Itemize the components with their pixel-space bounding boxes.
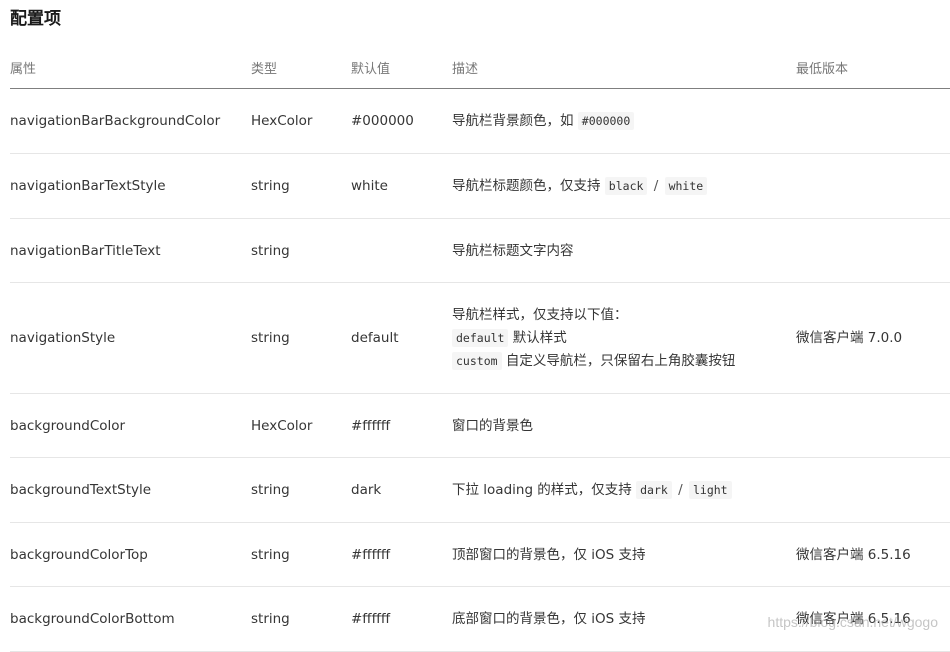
cell-min-version xyxy=(796,393,950,458)
cell-description: 下拉 loading 的样式，仅支持 dark / light xyxy=(452,457,796,523)
cell-description: 顶部窗口的背景色，仅 iOS 支持 xyxy=(452,522,796,587)
cell-type: string xyxy=(251,153,351,219)
table-row: navigationBarTitleText string 导航栏标题文字内容 xyxy=(10,218,950,283)
description-text: 底部窗口的背景色，仅 iOS 支持 xyxy=(452,611,646,627)
cell-min-version xyxy=(796,88,950,154)
description-separator: / xyxy=(678,482,683,498)
description-text: 导航栏标题文字内容 xyxy=(452,242,574,259)
cell-min-version xyxy=(796,153,950,219)
cell-type: string xyxy=(251,522,351,587)
cell-property: backgroundColor xyxy=(10,393,251,458)
cell-default: #ffffff xyxy=(351,522,452,587)
description-text: 导航栏标题颜色，仅支持 xyxy=(452,178,601,194)
table-row: backgroundColor HexColor #ffffff 窗口的背景色 xyxy=(10,393,950,458)
description-text: 自定义导航栏，只保留右上角胶囊按钮 xyxy=(505,352,736,369)
cell-property: navigationBarTextStyle xyxy=(10,153,251,219)
cell-default: white xyxy=(351,153,452,219)
header-description: 描述 xyxy=(452,46,796,89)
description-code: #000000 xyxy=(577,112,635,130)
cell-description: 窗口的背景色 xyxy=(452,393,796,458)
table-row: backgroundTextStyle string dark 下拉 loadi… xyxy=(10,457,950,523)
header-default: 默认值 xyxy=(351,46,452,89)
cell-property: backgroundColorTop xyxy=(10,522,251,587)
description-separator: / xyxy=(653,178,659,194)
description-text: 下拉 loading 的样式，仅支持 xyxy=(452,482,632,498)
config-table: 属性 类型 默认值 描述 最低版本 navigationBarBackgroun… xyxy=(10,46,950,652)
cell-default: #000000 xyxy=(351,88,452,154)
cell-description: 导航栏背景颜色，如 #000000 xyxy=(452,88,796,154)
page-title: 配置项 xyxy=(10,9,61,29)
table-row: navigationStyle string default 导航栏样式，仅支持… xyxy=(10,282,950,394)
cell-min-version xyxy=(796,457,950,523)
description-text: 导航栏样式，仅支持以下值： xyxy=(452,306,628,323)
cell-type: HexColor xyxy=(251,88,351,154)
table-row: backgroundColorBottom string #ffffff 底部窗… xyxy=(10,586,950,652)
description-code: default xyxy=(452,328,509,347)
cell-property: navigationBarBackgroundColor xyxy=(10,88,251,154)
cell-property: navigationStyle xyxy=(10,282,251,394)
cell-type: HexColor xyxy=(251,393,351,458)
description-code: white xyxy=(664,177,708,195)
description-text: 窗口的背景色 xyxy=(452,417,533,434)
description-text: 默认样式 xyxy=(512,329,567,346)
cell-description: 导航栏标题颜色，仅支持 black / white xyxy=(452,153,796,219)
cell-min-version: 微信客户端 7.0.0 xyxy=(796,282,950,394)
cell-description: 底部窗口的背景色，仅 iOS 支持 xyxy=(452,586,796,652)
cell-property: backgroundColorBottom xyxy=(10,586,251,652)
cell-description: 导航栏标题文字内容 xyxy=(452,218,796,283)
table-row: navigationBarTextStyle string white 导航栏标… xyxy=(10,153,950,219)
cell-default: default xyxy=(351,282,452,394)
cell-description: 导航栏样式，仅支持以下值： default 默认样式 custom 自定义导航栏… xyxy=(452,282,796,394)
description-text: 导航栏背景颜色，如 xyxy=(452,113,574,129)
description-code: light xyxy=(688,481,732,499)
cell-default xyxy=(351,218,452,283)
cell-min-version: 微信客户端 6.5.16 xyxy=(796,586,950,652)
cell-min-version xyxy=(796,218,950,283)
cell-default: dark xyxy=(351,457,452,523)
description-option: default 默认样式 xyxy=(452,327,796,350)
table-header-row: 属性 类型 默认值 描述 最低版本 xyxy=(10,46,950,89)
cell-type: string xyxy=(251,282,351,394)
cell-type: string xyxy=(251,457,351,523)
cell-property: backgroundTextStyle xyxy=(10,457,251,523)
header-min-version: 最低版本 xyxy=(796,46,950,89)
table-row: backgroundColorTop string #ffffff 顶部窗口的背… xyxy=(10,522,950,587)
cell-default: #ffffff xyxy=(351,586,452,652)
description-code: dark xyxy=(636,481,672,499)
description-option: custom 自定义导航栏，只保留右上角胶囊按钮 xyxy=(452,350,796,373)
description-code: custom xyxy=(452,351,502,370)
cell-type: string xyxy=(251,586,351,652)
cell-property: navigationBarTitleText xyxy=(10,218,251,283)
header-type: 类型 xyxy=(251,46,351,89)
description-code: black xyxy=(604,177,648,195)
header-property: 属性 xyxy=(10,46,251,89)
cell-default: #ffffff xyxy=(351,393,452,458)
description-text: 顶部窗口的背景色，仅 iOS 支持 xyxy=(452,546,646,563)
cell-type: string xyxy=(251,218,351,283)
table-row: navigationBarBackgroundColor HexColor #0… xyxy=(10,88,950,154)
cell-min-version: 微信客户端 6.5.16 xyxy=(796,522,950,587)
